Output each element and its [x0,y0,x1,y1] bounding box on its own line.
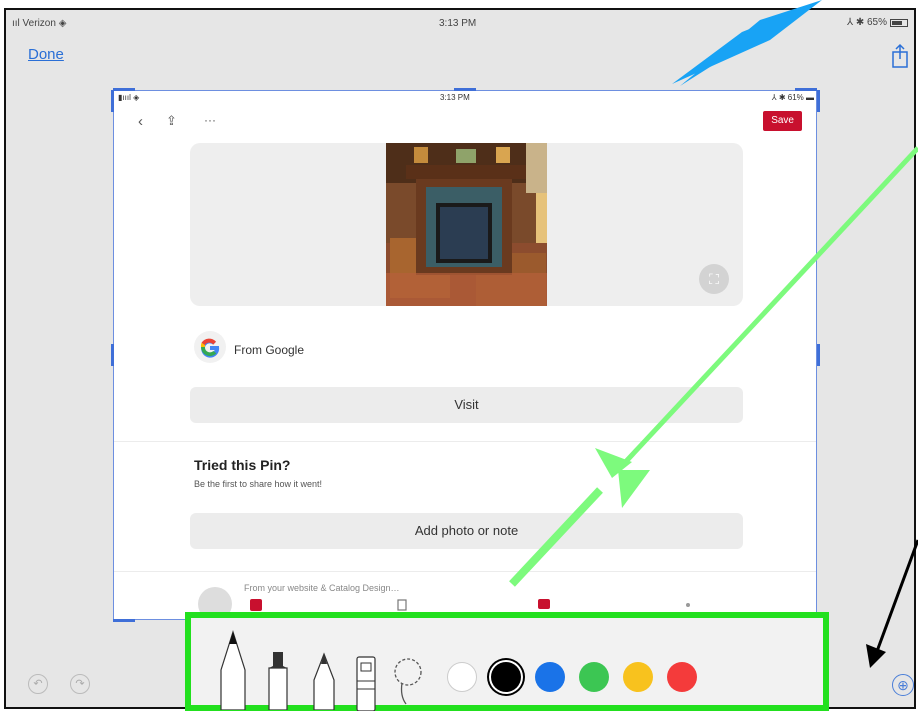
expand-icon[interactable]: ⛶ [699,264,729,294]
share-pin-icon[interactable]: ⇪ [166,113,177,129]
battery-label: ⅄ ✱ 65% [846,17,887,28]
google-logo-icon [194,331,226,363]
search-tab-icon[interactable] [396,599,408,611]
crop-handle-top-left[interactable] [111,90,114,112]
pin-source[interactable]: From Google [234,343,304,357]
divider [114,441,816,442]
redo-icon[interactable]: ↷ [70,674,90,694]
more-icon[interactable]: ··· [204,113,216,127]
crop-handle-right[interactable] [817,344,820,366]
pen-tool-icon[interactable] [218,630,248,710]
done-button[interactable]: Done [28,46,64,63]
clock: 3:13 PM [439,18,477,29]
crop-handle-left[interactable] [111,344,114,366]
color-swatch-red[interactable] [667,662,697,692]
save-pin-button[interactable]: Save [763,111,802,131]
profile-tab-icon[interactable] [682,599,694,611]
pin-card: ⛶ [190,143,743,306]
inner-clock: 3:13 PM [440,93,470,102]
comment-preview: From your website & Catalog Design… [244,583,400,593]
color-swatch-blue[interactable] [535,662,565,692]
crop-handle-top-left[interactable] [113,88,135,91]
divider [114,571,816,572]
battery-icon [890,18,908,27]
crop-handle-bottom-left[interactable] [113,619,135,622]
color-swatch-yellow[interactable] [623,662,653,692]
battery-status: ⅄ ✱ 65% [847,17,908,28]
carrier-label: ııl Verizon ◈ [12,18,67,29]
tried-pin-title: Tried this Pin? [194,457,291,473]
crop-handle-top-right[interactable] [817,90,820,112]
undo-icon[interactable]: ↶ [28,674,48,694]
add-photo-button[interactable]: Add photo or note [190,513,743,549]
color-swatch-black[interactable] [491,662,521,692]
share-icon[interactable] [890,43,910,69]
add-markup-icon[interactable]: ⊕ [892,674,914,696]
inner-battery: ⅄ ✱ 61% ▬ [771,93,814,102]
lasso-tool-icon[interactable] [392,656,424,706]
marker-tool-icon[interactable] [264,650,292,710]
crop-handle-top-right[interactable] [795,88,817,91]
visit-button[interactable]: Visit [190,387,743,423]
color-swatch-green[interactable] [579,662,609,692]
status-bar: ııl Verizon ◈ 3:13 PM ⅄ ✱ 65% [6,10,914,36]
inner-carrier: ▮ıııl ◈ [118,93,140,102]
messages-tab-icon[interactable] [538,599,550,611]
fireplace-photo[interactable] [386,143,547,306]
screenshot-preview: ▮ıııl ◈ 3:13 PM ⅄ ✱ 61% ▬ ‹ ⇪ ··· Save ⛶… [113,90,817,620]
eraser-tool-icon[interactable] [354,655,378,711]
home-tab-icon[interactable] [250,599,262,611]
pencil-tool-icon[interactable] [310,650,338,710]
color-swatch-white[interactable] [447,662,477,692]
tried-pin-subtitle: Be the first to share how it went! [194,479,323,489]
crop-handle-top[interactable] [454,88,476,91]
back-icon[interactable]: ‹ [138,113,143,130]
